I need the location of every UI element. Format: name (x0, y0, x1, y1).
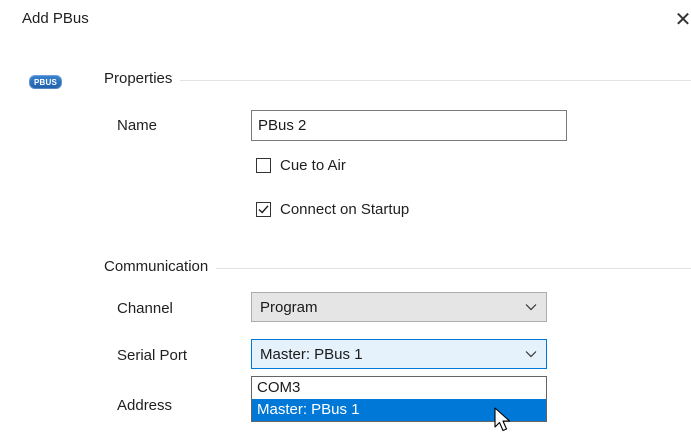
serial-port-label: Serial Port (117, 347, 188, 364)
properties-section-label: Properties (104, 70, 181, 87)
connect-on-startup-checkbox[interactable] (256, 202, 271, 217)
name-input[interactable] (251, 110, 567, 141)
connect-on-startup-checkbox-row[interactable]: Connect on Startup (256, 201, 409, 218)
add-pbus-dialog: Add PBus ✕ PBUS Properties Name Cue to A… (0, 0, 691, 432)
cue-to-air-checkbox-row[interactable]: Cue to Air (256, 157, 346, 174)
checkmark-icon (258, 205, 269, 214)
serial-port-select-value: Master: PBus 1 (260, 345, 363, 363)
pbus-icon: PBUS (29, 75, 62, 89)
serial-port-dropdown-list: COM3 Master: PBus 1 (251, 376, 547, 422)
connect-on-startup-label: Connect on Startup (280, 201, 410, 218)
chevron-down-icon (524, 347, 538, 361)
chevron-down-icon (524, 300, 538, 314)
close-button[interactable]: ✕ (671, 2, 691, 36)
dialog-title: Add PBus (22, 10, 89, 27)
channel-select-value: Program (260, 298, 318, 316)
dropdown-option-master-pbus-1[interactable]: Master: PBus 1 (252, 399, 546, 421)
address-label: Address (117, 397, 173, 414)
channel-select[interactable]: Program (251, 292, 547, 322)
communication-section-label: Communication (104, 258, 217, 275)
close-icon: ✕ (674, 8, 691, 31)
serial-port-select[interactable]: Master: PBus 1 (251, 339, 547, 369)
cue-to-air-checkbox[interactable] (256, 158, 271, 173)
properties-divider (104, 80, 691, 81)
cue-to-air-label: Cue to Air (280, 157, 346, 174)
dropdown-option-com3[interactable]: COM3 (252, 377, 546, 399)
name-label: Name (117, 117, 158, 134)
channel-label: Channel (117, 300, 173, 317)
